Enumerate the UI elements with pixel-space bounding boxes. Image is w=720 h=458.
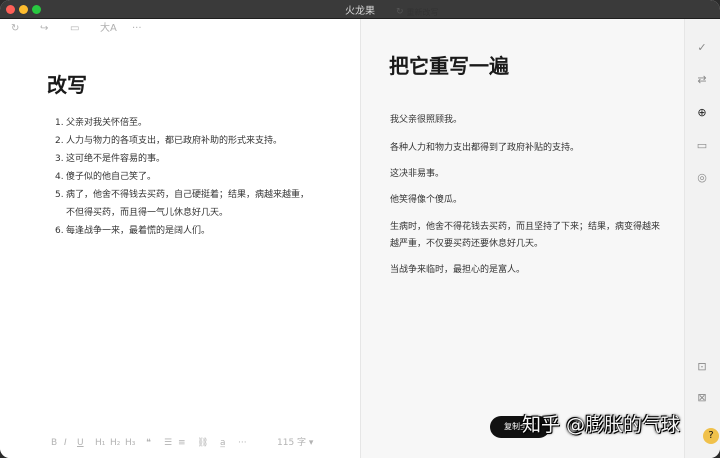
italic-button[interactable]: I — [64, 437, 67, 449]
refresh-icon: ↻ — [396, 7, 404, 17]
more-format-icon[interactable]: ··· — [238, 437, 247, 449]
ordered-list-button[interactable]: ≡ — [178, 437, 186, 449]
help-badge[interactable]: ? — [703, 428, 719, 444]
link-icon[interactable]: ⛓ — [197, 437, 208, 449]
list-item: 6. 每逢战争一来，最着慌的是阔人们。 — [55, 226, 211, 236]
list-item: 2. 人力与物力的各项支出，都已政府补助的形式来支持。 — [55, 136, 283, 146]
app-window: 火龙果 ↻ ↪ ▭ 大A ··· 改写 1. 父亲对我关怀倍至。 2. 人力与物力的… — [0, 0, 720, 458]
result-heading: 把它重写一遍 — [389, 54, 509, 78]
quote-button[interactable]: ❝ — [146, 437, 151, 449]
rewrite-list[interactable]: 1. 父亲对我关怀倍至。 2. 人力与物力的各项支出，都已政府补助的形式来支持。 3… — [55, 114, 315, 240]
list-item: 4. 傻子似的他自己笑了。 — [55, 172, 157, 182]
regenerate-button[interactable]: ↻ 重新改写 — [396, 5, 439, 19]
result-paragraph: 他笑得像个傻瓜。 — [390, 195, 463, 205]
more-icon[interactable]: ··· — [132, 22, 142, 36]
underline-button[interactable]: U — [77, 437, 84, 449]
result-paragraph: 各种人力和物力支出都得到了政府补贴的支持。 — [390, 143, 580, 153]
watermark: 知乎 @膨胀的气球 — [522, 414, 681, 436]
word-count[interactable]: 115 字 ▾ — [277, 437, 313, 449]
result-paragraph: 这决非易事。 — [390, 169, 445, 179]
heading1-button[interactable]: H₁ — [95, 437, 105, 449]
check-icon[interactable]: ✓ — [695, 41, 709, 55]
font-size-icon[interactable]: 大A — [100, 22, 117, 36]
document-icon[interactable]: ⊠ — [695, 391, 709, 405]
title-bar: 火龙果 — [0, 0, 720, 19]
result-paragraph: 当战争来临时，最担心的是富人。 — [390, 265, 526, 275]
bullet-list-button[interactable]: ☰ — [164, 437, 172, 449]
regenerate-label: 重新改写 — [406, 7, 439, 17]
result-paragraph: 生病时，他舍不得花钱去买药，而且坚持了下来；结果，病变得越来越严重，不仅要买药还… — [390, 222, 661, 249]
clear-format-button[interactable]: a̲ — [220, 437, 226, 449]
image-icon[interactable]: ▭ — [70, 22, 79, 36]
heading2-button[interactable]: H₂ — [110, 437, 120, 449]
translate-icon[interactable]: ⇄ — [695, 73, 709, 87]
list-item: 5. 病了，他舍不得钱去买药，自己硬挺着；结果，病越来越重，不但得买药，而且得一气… — [55, 190, 310, 218]
document-search-icon[interactable]: ⊡ — [695, 360, 709, 374]
briefcase-icon[interactable]: ▭ — [695, 139, 709, 153]
editor-panel: ↻ ↪ ▭ 大A ··· 改写 1. 父亲对我关怀倍至。 2. 人力与物力的各项支出… — [0, 19, 361, 458]
window-title: 火龙果 — [345, 6, 375, 17]
rewrite-icon[interactable]: ⊕ — [695, 106, 709, 120]
result-paragraph: 我父亲很照顾我。 — [390, 115, 463, 125]
refresh-icon[interactable]: ↻ — [11, 22, 19, 36]
editor-heading: 改写 — [47, 73, 87, 97]
list-item: 3. 这可绝不是件容易的事。 — [55, 154, 166, 164]
bold-button[interactable]: B — [51, 437, 57, 449]
list-item: 1. 父亲对我关怀倍至。 — [55, 118, 148, 128]
compass-icon[interactable]: ◎ — [695, 171, 709, 185]
share-icon[interactable]: ↪ — [40, 22, 48, 36]
heading3-button[interactable]: H₃ — [125, 437, 135, 449]
